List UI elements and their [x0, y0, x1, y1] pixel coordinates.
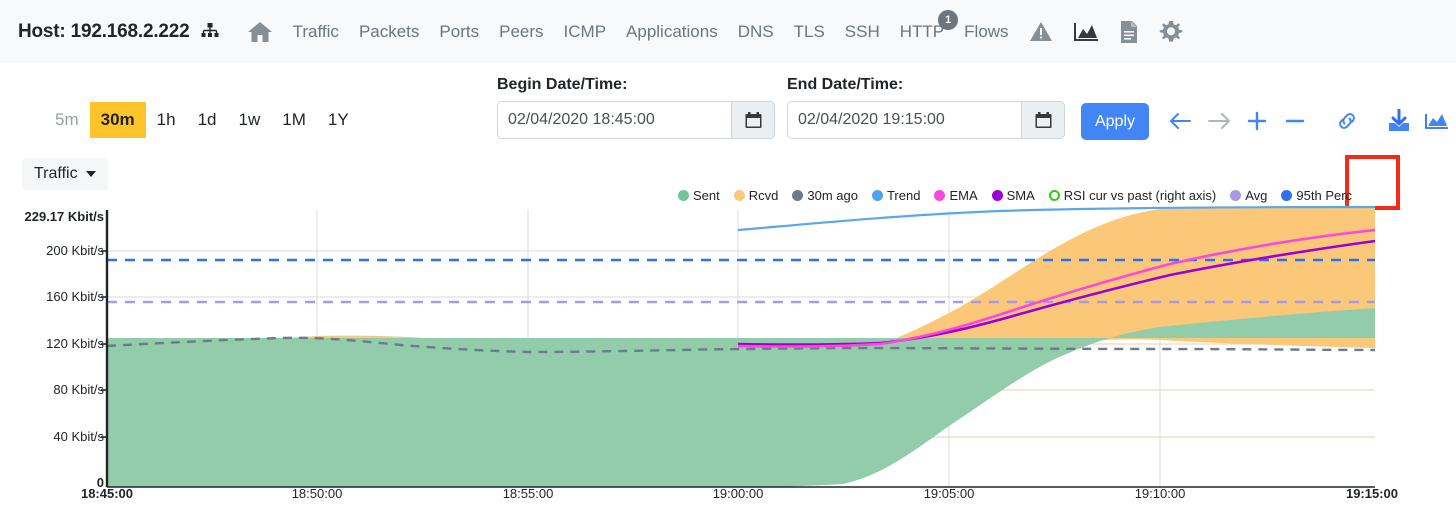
begin-datetime-field: Begin Date/Time:	[497, 76, 775, 139]
controls-bar: 5m 30m 1h 1d 1w 1M 1Y Begin Date/Time: E…	[0, 63, 1456, 210]
series-area-sent	[107, 308, 1375, 487]
chart-icon[interactable]	[1063, 21, 1109, 43]
x-axis-tick-5: 19:10:00	[1134, 486, 1186, 501]
metric-dropdown[interactable]: Traffic	[22, 158, 108, 190]
link-icon[interactable]	[1329, 103, 1365, 139]
traffic-chart: Sent Rcvd 30m ago Trend EMA SMA RSI cur …	[0, 188, 1456, 526]
nav-packets[interactable]: Packets	[349, 22, 429, 42]
begin-datetime-input[interactable]	[497, 101, 731, 139]
end-input-group	[787, 101, 1065, 139]
range-btn-1Y[interactable]: 1Y	[317, 102, 360, 138]
nav-ports[interactable]: Ports	[429, 22, 489, 42]
range-btn-30m[interactable]: 30m	[89, 102, 146, 138]
end-calendar-icon[interactable]	[1021, 101, 1065, 139]
gear-icon[interactable]	[1149, 20, 1193, 44]
chevron-down-icon	[85, 171, 96, 177]
x-axis-tick-3: 19:00:00	[712, 486, 764, 501]
nav-icmp[interactable]: ICMP	[554, 22, 617, 42]
begin-input-group	[497, 101, 775, 139]
range-btn-5m[interactable]: 5m	[44, 102, 90, 138]
end-datetime-input[interactable]	[787, 101, 1021, 139]
host-label-text: Host: 192.168.2.222	[18, 20, 190, 42]
nav-tls[interactable]: TLS	[784, 22, 835, 42]
nav-ssh[interactable]: SSH	[835, 22, 890, 42]
top-navbar: Host: 192.168.2.222 Traffic Packets Port…	[0, 0, 1456, 63]
chart-plot-area[interactable]	[0, 188, 1456, 526]
nav-traffic[interactable]: Traffic	[283, 22, 349, 42]
nav-peers[interactable]: Peers	[489, 22, 553, 42]
nav-items: Traffic Packets Ports Peers ICMP Applica…	[237, 9, 1193, 44]
host-label: Host: 192.168.2.222	[18, 21, 219, 43]
nav-applications[interactable]: Applications	[616, 22, 728, 42]
home-icon[interactable]	[237, 20, 283, 44]
time-range-buttons: 5m 30m 1h 1d 1w 1M 1Y	[44, 102, 360, 138]
nav-http[interactable]: HTTP 1	[890, 9, 959, 42]
arrow-right-icon[interactable]	[1201, 103, 1237, 139]
x-axis-tick-4: 19:05:00	[923, 486, 975, 501]
begin-calendar-icon[interactable]	[731, 101, 775, 139]
x-axis-tick-6: 19:15:00	[1345, 486, 1399, 501]
apply-button[interactable]: Apply	[1081, 103, 1149, 140]
zoom-in-plus-icon[interactable]	[1239, 103, 1275, 139]
chart-area-icon[interactable]	[1419, 103, 1455, 139]
download-icon[interactable]	[1381, 103, 1417, 139]
alert-triangle-icon[interactable]	[1019, 21, 1063, 43]
nav-http-label: HTTP	[899, 21, 945, 41]
chart-toolbar	[1163, 103, 1455, 139]
zoom-out-minus-icon[interactable]	[1277, 103, 1313, 139]
nav-dns[interactable]: DNS	[728, 22, 784, 42]
range-btn-1M[interactable]: 1M	[271, 102, 317, 138]
range-btn-1h[interactable]: 1h	[146, 102, 187, 138]
end-datetime-label: End Date/Time:	[787, 76, 904, 93]
x-axis-tick-0: 18:45:00	[80, 486, 134, 501]
nav-flows[interactable]: Flows	[954, 22, 1018, 42]
report-icon[interactable]	[1109, 20, 1149, 44]
range-btn-1d[interactable]: 1d	[187, 102, 228, 138]
arrow-left-icon[interactable]	[1163, 103, 1199, 139]
range-btn-1w[interactable]: 1w	[228, 102, 272, 138]
metric-dropdown-label: Traffic	[34, 165, 78, 182]
end-datetime-field: End Date/Time:	[787, 76, 1065, 139]
begin-datetime-label: Begin Date/Time:	[497, 76, 628, 93]
sitemap-icon	[201, 22, 219, 44]
x-axis-tick-2: 18:55:00	[502, 486, 554, 501]
x-axis-tick-1: 18:50:00	[291, 486, 343, 501]
